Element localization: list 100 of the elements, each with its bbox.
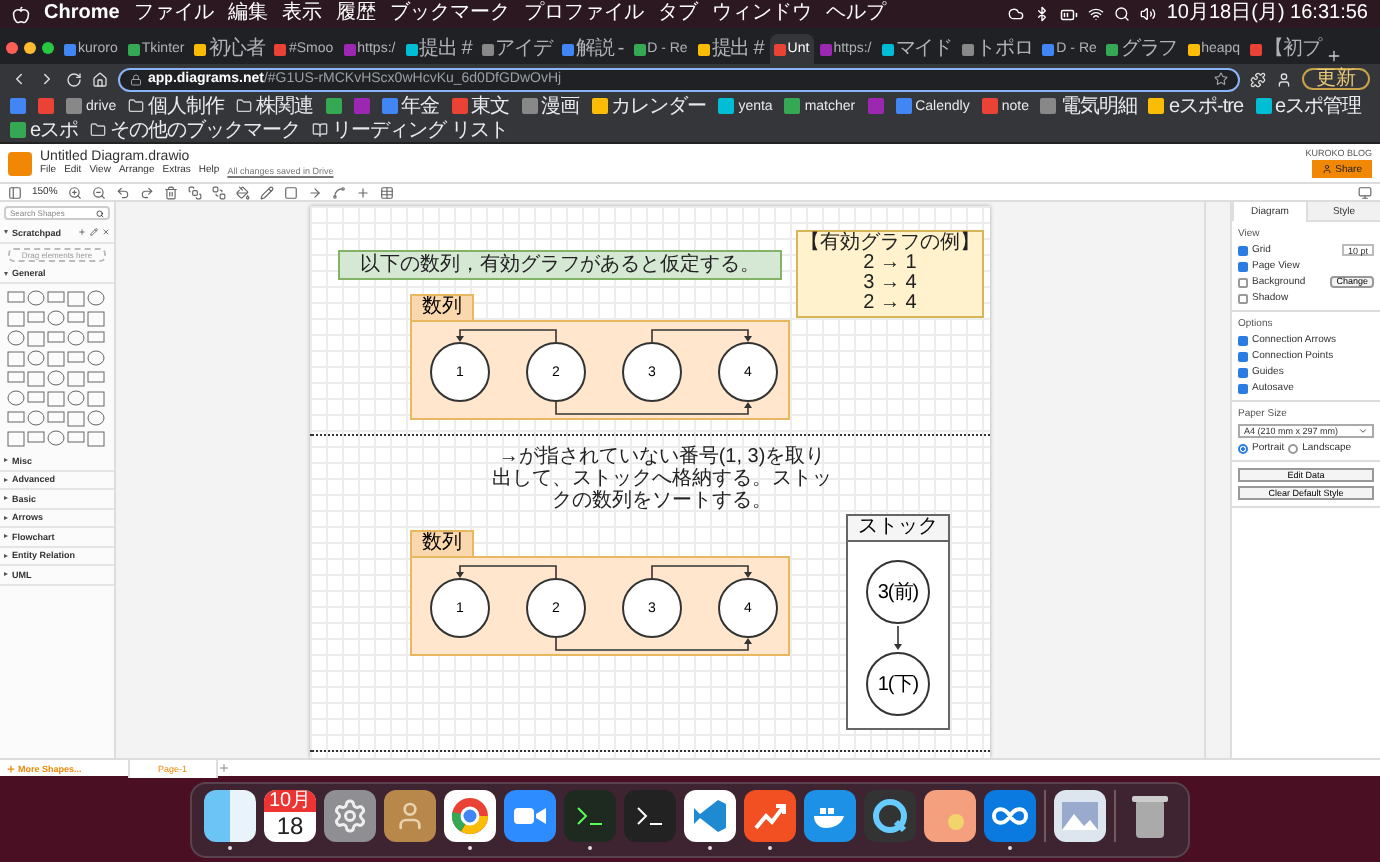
expand-caret-icon[interactable]	[4, 458, 8, 463]
checkbox[interactable]	[1238, 261, 1248, 271]
zoom-in-icon	[67, 185, 82, 199]
insert-icon	[355, 185, 370, 199]
bookmark-icon[interactable]	[325, 94, 342, 118]
bookmark-link[interactable]: eスポ	[10, 118, 79, 142]
lock-icon	[130, 73, 142, 85]
bookmark-folder[interactable]: その他のブックマーク	[90, 118, 301, 142]
browser-tab[interactable]: マイド	[877, 34, 956, 64]
minimize-window-button[interactable]	[24, 42, 36, 54]
bluetooth-icon	[1034, 6, 1051, 22]
menu-item[interactable]: ヘルプ	[825, 0, 886, 28]
folder-icon	[128, 98, 145, 114]
bookmark-link[interactable]: eスポ-tre	[1148, 94, 1244, 118]
checkbox[interactable]	[1238, 335, 1248, 345]
expand-caret-icon[interactable]	[4, 496, 8, 501]
panel-icon	[8, 185, 22, 199]
code-editor-icon[interactable]	[684, 789, 736, 841]
browser-tab[interactable]: 初心者	[190, 34, 269, 64]
checkbox[interactable]	[1238, 367, 1248, 377]
menu-item[interactable]: 履歴	[335, 0, 376, 28]
trend-chart-icon[interactable]	[744, 789, 796, 841]
zoom-out-icon	[91, 185, 106, 199]
bookmark-star-icon[interactable]	[1214, 72, 1228, 86]
bookmark-link[interactable]: 東文	[451, 94, 510, 118]
browser-tab[interactable]: トポロ	[957, 34, 1037, 64]
browser-tab[interactable]: グラフ	[1102, 34, 1182, 64]
radio-button[interactable]	[1288, 443, 1299, 453]
profile-icon	[1276, 71, 1292, 87]
expand-caret-icon[interactable]	[4, 553, 8, 558]
expand-caret-icon[interactable]	[4, 534, 8, 539]
infinity-icon[interactable]	[984, 789, 1036, 841]
note-line: 2 → 4	[861, 294, 919, 314]
calendar-icon[interactable]: 10月 18	[264, 789, 316, 841]
expand-caret-icon[interactable]	[4, 572, 8, 577]
checkbox[interactable]	[1238, 293, 1248, 303]
bookmark-link[interactable]: リーディング リスト	[312, 118, 508, 142]
clock[interactable]: 10月18日(月) 16:31:56	[1166, 0, 1368, 28]
menu-item[interactable]: 編集	[227, 0, 268, 28]
edit-icon	[90, 228, 98, 237]
zoom-window-button[interactable]	[42, 42, 54, 54]
new-tab-icon	[1326, 48, 1343, 64]
delete-icon	[163, 185, 178, 199]
cloud-icon	[1008, 6, 1025, 22]
menu-item[interactable]: 表示	[281, 0, 322, 28]
whale-icon[interactable]	[804, 789, 856, 841]
contacts-icon[interactable]	[384, 789, 436, 841]
app-menu[interactable]: Chrome	[44, 0, 120, 28]
bookmark-link[interactable]: 年金	[381, 94, 440, 118]
shape-palette-drawing[interactable]	[6, 288, 110, 448]
radio-button[interactable]	[1238, 443, 1248, 453]
bookmark-icon[interactable]	[10, 94, 26, 118]
photo-icon[interactable]	[1054, 789, 1106, 841]
expand-caret-icon[interactable]	[4, 271, 8, 276]
browser-tab[interactable]: 【初プ	[1246, 34, 1325, 64]
checkbox[interactable]	[1238, 245, 1248, 255]
bookmark-link[interactable]: カレンダー	[591, 94, 707, 118]
browser-icon[interactable]	[444, 789, 496, 841]
calendar-day: 18	[276, 814, 304, 838]
menu-item[interactable]: ファイル	[133, 0, 214, 28]
search-icon[interactable]	[96, 209, 104, 217]
terminal-icon[interactable]	[624, 789, 676, 841]
browser-tab[interactable]: アイデ	[477, 34, 556, 64]
pencil-icon	[259, 185, 274, 199]
fullscreen-icon	[1358, 185, 1372, 199]
browser-tab[interactable]: 提出 #	[401, 34, 476, 64]
menu-item[interactable]: ブックマーク	[389, 0, 510, 28]
magnifier-q-icon[interactable]	[864, 789, 916, 841]
expand-caret-icon[interactable]	[4, 515, 8, 520]
terminal-icon[interactable]	[564, 789, 616, 841]
bookmark-folder[interactable]: 株関連	[236, 94, 314, 118]
menu-item[interactable]: プロファイル	[523, 0, 644, 28]
bookmark-link[interactable]: eスポ管理	[1255, 94, 1362, 118]
menu-item[interactable]: ウィンドウ	[711, 0, 812, 28]
expand-caret-icon[interactable]	[4, 477, 8, 482]
container-label: 数列	[410, 294, 474, 320]
update-button[interactable]: 更新	[1302, 68, 1370, 90]
add-page-icon	[217, 762, 230, 774]
browser-tab[interactable]: 解説 -	[557, 34, 628, 64]
fill-icon	[235, 185, 250, 199]
extension-icon	[1250, 71, 1266, 87]
bookmark-icon[interactable]	[38, 94, 54, 118]
browser-tab[interactable]: 提出 #	[693, 34, 768, 64]
bookmark-link[interactable]: 電気明細	[1040, 94, 1137, 118]
book-icon	[312, 122, 329, 138]
checkbox[interactable]	[1238, 383, 1248, 393]
bookmark-link[interactable]: 漫画	[521, 94, 580, 118]
back-icon	[10, 70, 28, 88]
menu-item[interactable]: タブ	[657, 0, 698, 28]
gear-icon[interactable]	[324, 789, 376, 841]
to-back-icon	[211, 185, 226, 199]
finder-face-icon[interactable]	[204, 789, 256, 841]
video-camera-icon[interactable]	[504, 789, 556, 841]
checkbox[interactable]	[1238, 277, 1248, 287]
checkbox[interactable]	[1238, 351, 1248, 361]
add-icon	[78, 228, 86, 237]
forward-icon	[38, 70, 56, 88]
person-icon	[1321, 164, 1332, 174]
close-window-button[interactable]	[6, 42, 18, 54]
bookmark-folder[interactable]: 個人制作	[128, 94, 225, 118]
